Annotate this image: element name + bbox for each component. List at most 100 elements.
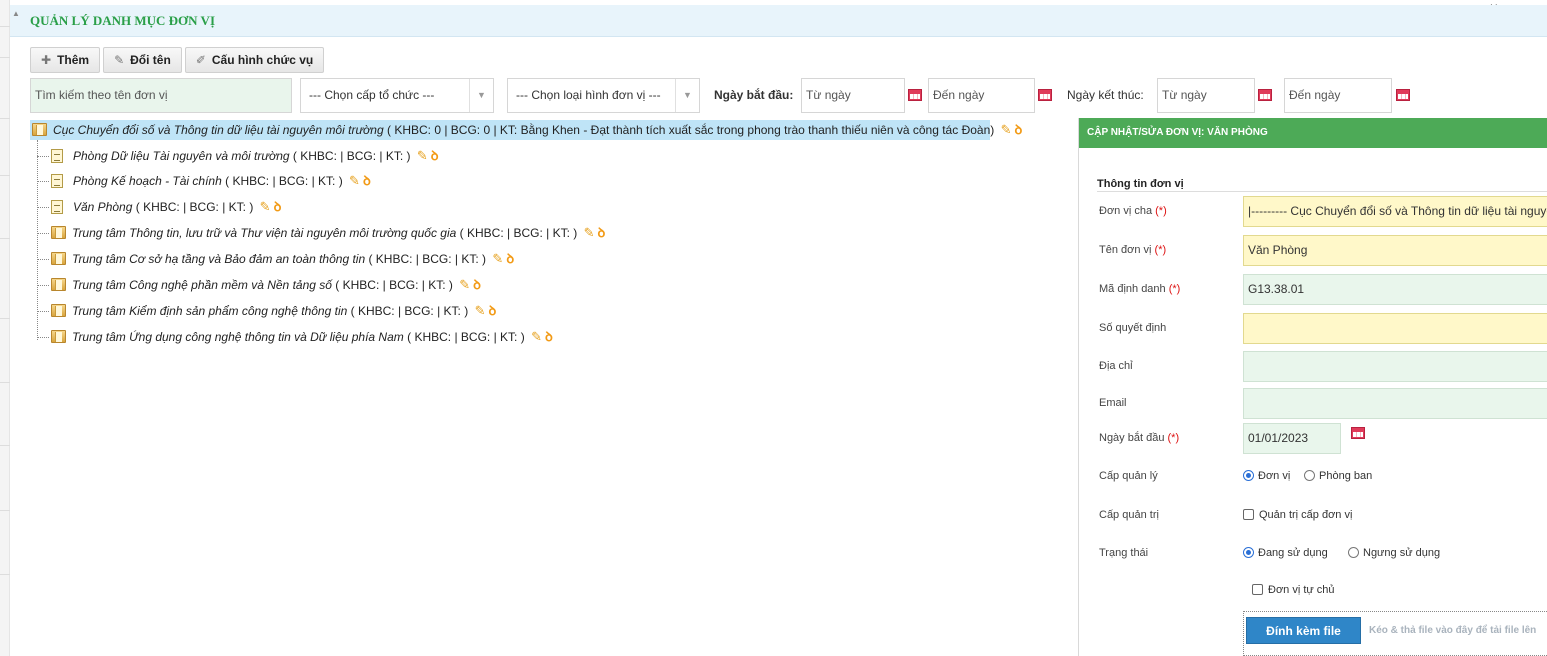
radio-icon [1348, 547, 1359, 558]
parent-unit-select[interactable]: |--------- Cục Chuyển đổi số và Thông ti… [1243, 196, 1547, 227]
medal-icon[interactable]: ꝺ [274, 199, 282, 214]
plus-icon: ✚ [41, 53, 52, 67]
tree-node-meta: ( KHBC: | BCG: | KT: ) [135, 200, 254, 214]
edit-pencil-icon[interactable]: ✎ [475, 303, 486, 318]
edit-pencil-icon[interactable]: ✎ [492, 251, 503, 266]
medal-icon[interactable]: ꝺ [431, 148, 439, 163]
start-date-field-label: Ngày bắt đầu (*) [1099, 432, 1180, 444]
unit-code-input[interactable]: G13.38.01 [1243, 274, 1547, 305]
tree-node[interactable]: Trung tâm Thông tin, lưu trữ và Thư viện… [37, 223, 605, 243]
admin-level-row: Cấp quản trị Quản trị cấp đơn vị [1099, 500, 1539, 530]
tree-node[interactable]: Phòng Kế hoạch - Tài chính ( KHBC: | BCG… [37, 171, 371, 191]
title-bar: ▲ QUẢN LÝ DANH MỤC ĐƠN VỊ [10, 5, 1547, 37]
folder-icon [51, 278, 66, 291]
calendar-icon[interactable] [1258, 89, 1272, 101]
tree-node[interactable]: Trung tâm Cơ sở hạ tầng và Bảo đảm an to… [37, 249, 514, 269]
email-input[interactable] [1243, 388, 1547, 419]
tree-node[interactable]: Trung tâm Ứng dụng công nghệ thông tin v… [37, 327, 553, 347]
document-icon [51, 174, 63, 188]
config-position-button[interactable]: ✐ Cấu hình chức vụ [184, 47, 325, 73]
tree-node-name: Trung tâm Ứng dụng công nghệ thông tin v… [72, 330, 404, 344]
search-input[interactable]: Tìm kiếm theo tên đơn vị [30, 78, 292, 113]
rename-button[interactable]: ✎ Đổi tên [103, 47, 182, 73]
unit-type-select[interactable]: --- Chọn loại hình đơn vị --- ▼ [507, 78, 700, 113]
edit-pencil-icon[interactable]: ✎ [260, 199, 271, 214]
folder-open-icon [32, 123, 47, 136]
tree-root-node[interactable]: Cục Chuyển đổi số và Thông tin dữ liệu t… [30, 120, 1022, 140]
status-option-active[interactable]: Đang sử dụng [1243, 538, 1328, 568]
medal-icon[interactable]: ꝺ [506, 251, 514, 266]
tree-node-meta: ( KHBC: | BCG: | KT: ) [459, 226, 578, 240]
management-level-label: Cấp quản lý [1099, 470, 1158, 482]
tree-node[interactable]: Phòng Dữ liệu Tài nguyên và môi trường (… [37, 146, 439, 166]
tree-node-name: Trung tâm Kiểm định sản phẩm công nghệ t… [72, 304, 348, 318]
folder-icon [51, 304, 66, 317]
end-from-input[interactable]: Từ ngày [1157, 78, 1255, 113]
tree-node[interactable]: Trung tâm Kiểm định sản phẩm công nghệ t… [37, 301, 496, 321]
edit-pencil-icon[interactable]: ✎ [531, 329, 542, 344]
mgmt-option-unit[interactable]: Đơn vị [1243, 461, 1290, 491]
end-to-input[interactable]: Đến ngày [1284, 78, 1392, 113]
calendar-icon[interactable] [1351, 427, 1365, 439]
tree-node[interactable]: Văn Phòng ( KHBC: | BCG: | KT: ) ✎ ꝺ [37, 197, 281, 217]
medal-icon[interactable]: ꝺ [545, 329, 553, 344]
calendar-icon[interactable] [908, 89, 922, 101]
admin-unit-checkbox[interactable]: Quản trị cấp đơn vị [1243, 500, 1352, 530]
mgmt-option-department[interactable]: Phòng ban [1304, 461, 1372, 491]
decision-number-label: Số quyết định [1099, 322, 1167, 334]
decision-number-input[interactable] [1243, 313, 1547, 344]
folder-icon [51, 226, 66, 239]
start-date-label: Ngày bắt đầu: [714, 88, 794, 102]
edit-unit-panel: CẬP NHẬT/SỬA ĐƠN VỊ: VĂN PHÒNG Thông tin… [1078, 118, 1547, 656]
edit-pencil-icon[interactable]: ✎ [584, 225, 595, 240]
unit-name-input[interactable]: Văn Phòng [1243, 235, 1547, 266]
config-button-label: Cấu hình chức vụ [211, 53, 314, 67]
medal-icon[interactable]: ꝺ [1015, 122, 1023, 137]
tree-node-meta: ( KHBC: | BCG: | KT: ) [350, 304, 469, 318]
start-date-input[interactable]: 01/01/2023 [1243, 423, 1341, 454]
collapse-arrow-icon[interactable]: ▲ [12, 9, 20, 18]
page-title: QUẢN LÝ DANH MỤC ĐƠN VỊ [30, 13, 216, 28]
org-level-select[interactable]: --- Chọn cấp tổ chức --- ▼ [300, 78, 494, 113]
document-icon [51, 200, 63, 214]
rename-button-label: Đổi tên [130, 53, 171, 67]
start-to-input[interactable]: Đến ngày [928, 78, 1035, 113]
status-option-inactive[interactable]: Ngưng sử dụng [1348, 538, 1440, 568]
tree-node-name: Phòng Kế hoạch - Tài chính [73, 174, 222, 188]
calendar-icon[interactable] [1038, 89, 1052, 101]
medal-icon[interactable]: ꝺ [473, 277, 481, 292]
status-row: Trạng thái Đang sử dụng Ngưng sử dụng [1099, 538, 1539, 568]
tree-node-name: Trung tâm Thông tin, lưu trữ và Thư viện… [72, 226, 457, 240]
edit-pencil-icon[interactable]: ✎ [1001, 122, 1012, 137]
add-button-label: Thêm [57, 53, 90, 67]
panel-header: CẬP NHẬT/SỬA ĐƠN VỊ: VĂN PHÒNG [1079, 118, 1547, 148]
tree-node-name: Cục Chuyển đổi số và Thông tin dữ liệu t… [53, 123, 384, 137]
pencil-icon: ✎ [114, 53, 125, 67]
toolbar: ✚ Thêm ✎ Đổi tên ✐ Cấu hình chức vụ [30, 47, 325, 73]
calendar-icon[interactable] [1396, 89, 1410, 101]
medal-icon[interactable]: ꝺ [363, 173, 371, 188]
corner-mark-icon: · · [1490, 0, 1498, 9]
radio-checked-icon [1243, 547, 1254, 558]
tree-node[interactable]: Trung tâm Công nghệ phần mềm và Nền tảng… [37, 275, 481, 295]
tree-node-meta: ( KHBC: 0 | BCG: 0 | KT: Bằng Khen - Đạt… [387, 123, 995, 137]
left-gutter [0, 0, 10, 656]
medal-icon[interactable]: ꝺ [488, 303, 496, 318]
add-button[interactable]: ✚ Thêm [30, 47, 101, 73]
end-date-label: Ngày kết thúc: [1067, 88, 1144, 102]
edit-pencil-icon[interactable]: ✎ [459, 277, 470, 292]
autonomous-checkbox[interactable]: Đơn vị tự chủ [1252, 575, 1335, 605]
org-level-select-value: --- Chọn cấp tổ chức --- [309, 88, 435, 102]
tree-node-meta: ( KHBC: | BCG: | KT: ) [368, 252, 487, 266]
checkbox-icon [1252, 584, 1263, 595]
folder-icon [51, 252, 66, 265]
edit-pencil-icon[interactable]: ✎ [417, 148, 428, 163]
start-from-input[interactable]: Từ ngày [801, 78, 905, 113]
attach-file-button[interactable]: Đính kèm file [1246, 617, 1361, 644]
address-label: Địa chỉ [1099, 360, 1133, 372]
address-input[interactable] [1243, 351, 1547, 382]
page: ▲ QUẢN LÝ DANH MỤC ĐƠN VỊ · · ✚ Thêm ✎ Đ… [10, 0, 1547, 656]
edit-pencil-icon[interactable]: ✎ [349, 173, 360, 188]
file-dropzone[interactable]: Đính kèm file Kéo & thả file vào đây để … [1243, 611, 1547, 656]
medal-icon[interactable]: ꝺ [598, 225, 606, 240]
